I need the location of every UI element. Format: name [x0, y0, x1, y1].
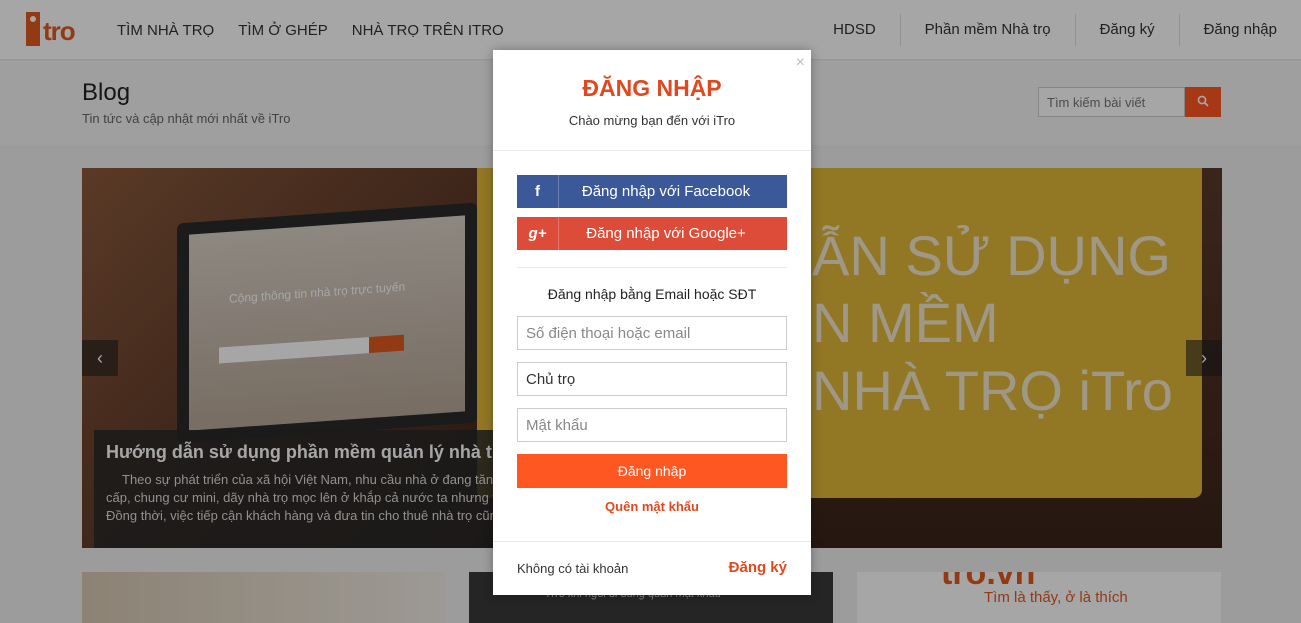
role-select[interactable]: Chủ trọ [517, 362, 787, 396]
modal-divider [493, 150, 811, 151]
phone-email-input[interactable]: Số điện thoại hoặc email [517, 316, 787, 350]
modal-subtitle: Chào mừng bạn đến với iTro [568, 113, 736, 128]
footer-divider [493, 541, 811, 542]
login-button[interactable]: Đăng nhập [517, 454, 787, 488]
no-account-text: Không có tài khoản [517, 561, 629, 576]
login-modal: × ĐĂNG NHẬP Chào mừng bạn đến với iTro f… [493, 50, 811, 595]
modal-title: ĐĂNG NHẬP [582, 75, 722, 101]
facebook-login-label: Đăng nhập với Facebook [581, 183, 751, 200]
google-login-label: Đăng nhập với Google+ [586, 225, 746, 242]
section-divider [517, 267, 787, 268]
facebook-icon: f [517, 175, 559, 208]
google-login-button[interactable]: g+ Đăng nhập với Google+ [517, 217, 787, 250]
close-icon[interactable]: × [796, 54, 805, 72]
facebook-login-button[interactable]: f Đăng nhập với Facebook [517, 175, 787, 208]
register-link[interactable]: Đăng ký [729, 559, 787, 576]
forgot-password-link[interactable]: Quên mật khẩu [493, 499, 811, 514]
password-input[interactable]: Mật khẩu [517, 408, 787, 442]
email-login-title: Đăng nhập bằng Email hoặc SĐT [547, 286, 757, 302]
google-plus-icon: g+ [517, 217, 559, 250]
